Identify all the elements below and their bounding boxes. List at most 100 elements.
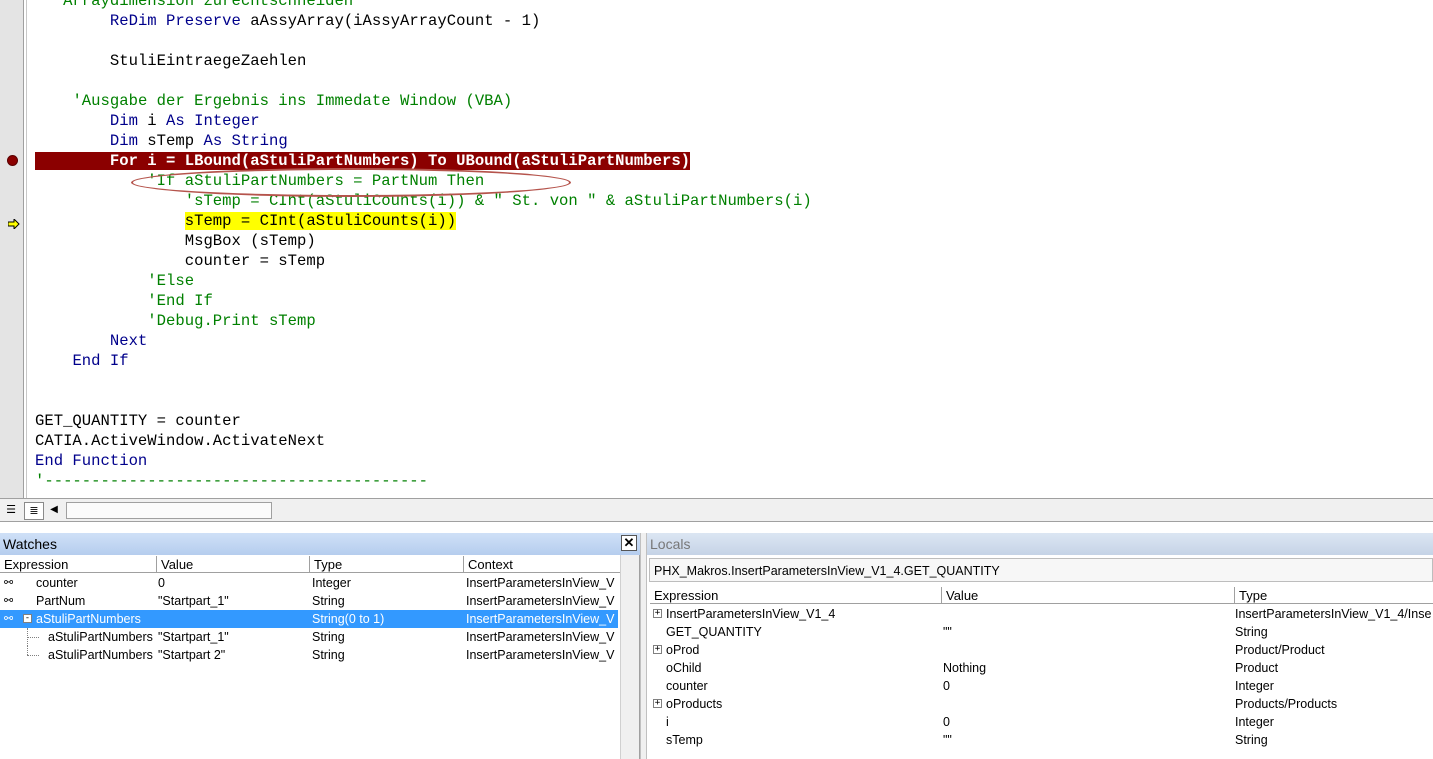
watch-context: InsertParametersInView_V <box>466 630 615 644</box>
margin-indicator-bar[interactable] <box>0 0 24 498</box>
watch-context: InsertParametersInView_V <box>466 648 615 662</box>
watch-context: InsertParametersInView_V <box>466 576 615 590</box>
code-line[interactable]: 'Ausgabe der Ergebnis ins Immedate Windo… <box>35 91 512 111</box>
watch-expression: aStuliPartNumbers <box>48 630 153 644</box>
locals-row[interactable]: sTemp "" String <box>650 731 1433 749</box>
code-line[interactable]: Next <box>35 331 147 351</box>
locals-value: Nothing <box>943 661 987 675</box>
watch-glasses-icon: ⚯ <box>4 576 14 589</box>
watch-value: 0 <box>158 576 165 590</box>
code-line[interactable]: sTemp = CInt(aStuliCounts(i)) <box>35 211 457 231</box>
code-token: 'Else <box>147 272 195 290</box>
code-token: As Integer <box>166 112 260 130</box>
code-line[interactable]: ReDim Preserve aAssyArray(iAssyArrayCoun… <box>35 11 540 31</box>
code-line[interactable]: 'Else <box>35 271 194 291</box>
locals-row[interactable]: + oProd Product/Product <box>650 641 1433 659</box>
code-line[interactable]: 'Arraydimension zurechtschneiden <box>35 0 353 11</box>
locals-type: String <box>1235 625 1268 639</box>
scroll-thumb[interactable] <box>66 502 272 519</box>
locals-row[interactable]: + oProducts Products/Products <box>650 695 1433 713</box>
column-value[interactable]: Value <box>156 556 309 573</box>
collapse-icon[interactable]: - <box>23 614 32 623</box>
watches-pane[interactable]: Expression Value Type Context ⚯ counter 0 I… <box>0 555 640 759</box>
locals-pane[interactable]: PHX_Makros.InsertParametersInView_V1_4.G… <box>647 555 1433 759</box>
code-token: 'Debug.Print sTemp <box>147 312 316 330</box>
watch-glasses-icon: ⚯ <box>4 594 14 607</box>
watches-title: Watches <box>0 533 640 555</box>
code-editor[interactable]: 'Arraydimension zurechtschneiden ReDim P… <box>0 0 1433 498</box>
locals-type: String <box>1235 733 1268 747</box>
full-module-view-icon[interactable]: ≣ <box>24 502 44 520</box>
locals-row[interactable]: oChild Nothing Product <box>650 659 1433 677</box>
code-line[interactable]: Dim sTemp As String <box>35 131 288 151</box>
execution-arrow-icon <box>7 216 20 231</box>
expand-icon[interactable]: + <box>653 645 662 654</box>
code-token: CATIA.ActiveWindow.ActivateNext <box>35 432 326 450</box>
code-line[interactable]: 'Debug.Print sTemp <box>35 311 316 331</box>
watches-vertical-scrollbar[interactable] <box>620 555 639 759</box>
watch-row[interactable]: aStuliPartNumbers "Startpart 2" String Inse… <box>0 646 618 664</box>
code-token: sTemp <box>137 132 204 150</box>
watch-value: "Startpart 2" <box>158 648 226 662</box>
code-line[interactable]: StuliEintraegeZaehlen <box>35 51 307 71</box>
code-line[interactable]: End Function <box>35 451 147 471</box>
locals-row[interactable]: GET_QUANTITY "" String <box>650 623 1433 641</box>
pane-splitter[interactable] <box>640 533 647 759</box>
expand-icon[interactable]: + <box>653 699 662 708</box>
code-line[interactable]: GET_QUANTITY = counter <box>35 411 241 431</box>
watch-row[interactable]: ⚯ - aStuliPartNumbers String(0 to 1) InsertP… <box>0 610 618 628</box>
procedure-view-icon[interactable]: ☰ <box>2 502 20 518</box>
watch-row[interactable]: ⚯ counter 0 Integer InsertParametersInView_V <box>0 574 618 592</box>
code-token: 'Arraydimension zurechtschneiden <box>53 0 354 10</box>
locals-expression: i <box>666 715 669 729</box>
watch-row[interactable]: ⚯ PartNum "Startpart_1" String InsertParamet… <box>0 592 618 610</box>
locals-expression: oProducts <box>666 697 723 711</box>
locals-value: "" <box>943 625 952 639</box>
tree-line <box>27 637 39 638</box>
column-value[interactable]: Value <box>941 587 1234 604</box>
editor-horizontal-scrollbar[interactable]: ☰ ≣ ◀ <box>0 498 1433 522</box>
annotation-ellipse <box>131 168 571 197</box>
code-token: 'Ausgabe der Ergebnis ins Immedate Windo… <box>72 92 513 110</box>
locals-value: 0 <box>943 715 950 729</box>
code-token: '---------------------------------------… <box>35 472 429 490</box>
column-expression[interactable]: Expression <box>0 556 156 573</box>
code-line[interactable]: Dim i As Integer <box>35 111 260 131</box>
close-icon[interactable]: ✕ <box>621 535 637 551</box>
code-line[interactable]: '---------------------------------------… <box>35 471 428 491</box>
code-token: 'End If <box>147 292 213 310</box>
breakpoint-icon[interactable] <box>7 155 18 166</box>
watch-value: "Startpart_1" <box>158 594 229 608</box>
watch-expression: aStuliPartNumbers <box>48 648 153 662</box>
column-expression[interactable]: Expression <box>650 587 941 604</box>
code-line[interactable]: MsgBox (sTemp) <box>35 231 316 251</box>
code-line[interactable]: 'End If <box>35 291 213 311</box>
locals-expression: oChild <box>666 661 702 675</box>
locals-value: "" <box>943 733 952 747</box>
code-token: i <box>137 112 167 130</box>
locals-row[interactable]: counter 0 Integer <box>650 677 1433 695</box>
code-line[interactable]: counter = sTemp <box>35 251 325 271</box>
code-token: As String <box>203 132 288 150</box>
locals-row[interactable]: i 0 Integer <box>650 713 1433 731</box>
column-type[interactable]: Type <box>1234 587 1433 604</box>
locals-expression: counter <box>666 679 708 693</box>
expand-icon[interactable]: + <box>653 609 662 618</box>
scroll-left-icon[interactable]: ◀ <box>44 502 64 518</box>
column-context[interactable]: Context <box>463 556 620 573</box>
watch-expression: PartNum <box>36 594 86 608</box>
watch-row[interactable]: aStuliPartNumbers "Startpart_1" String Inse… <box>0 628 618 646</box>
watch-context: InsertParametersInView_V <box>466 612 615 626</box>
code-line[interactable]: CATIA.ActiveWindow.ActivateNext <box>35 431 325 451</box>
code-line[interactable]: End If <box>35 351 128 371</box>
locals-context-field[interactable]: PHX_Makros.InsertParametersInView_V1_4.G… <box>649 558 1433 582</box>
watch-expression: aStuliPartNumbers <box>36 612 141 626</box>
locals-row[interactable]: + InsertParametersInView_V1_4 InsertParame… <box>650 605 1433 623</box>
column-type[interactable]: Type <box>309 556 463 573</box>
